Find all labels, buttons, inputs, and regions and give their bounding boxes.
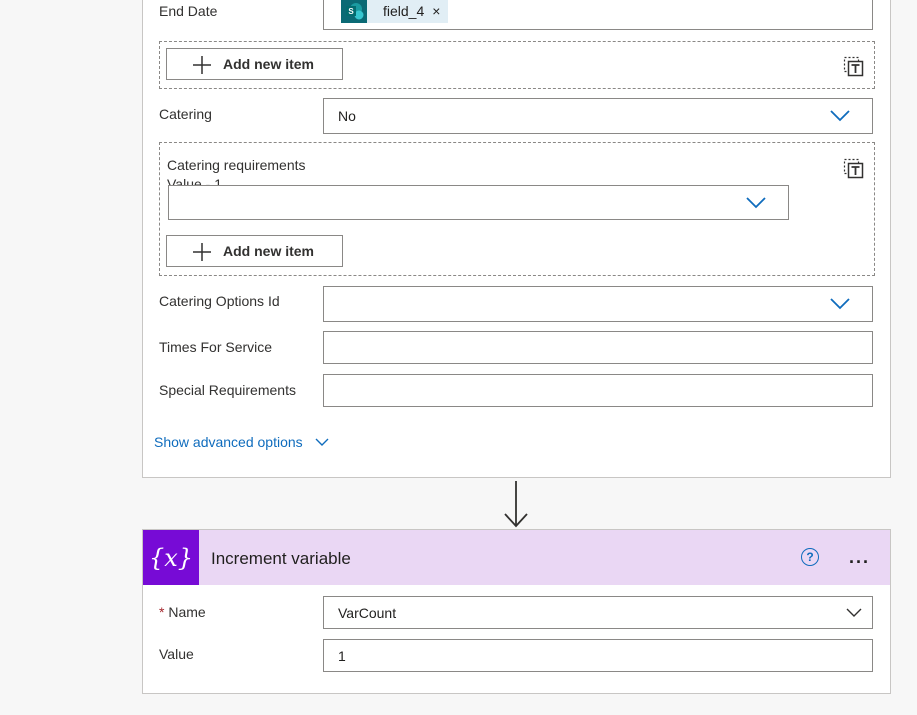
switch-input-mode-icon[interactable] <box>843 158 865 180</box>
special-requirements-label: Special Requirements <box>159 382 296 398</box>
catering-value: No <box>338 108 356 124</box>
increment-variable-card: {x} Increment variable ? ... * Name VarC… <box>142 529 891 694</box>
times-for-service-label: Times For Service <box>159 339 273 355</box>
flow-arrow-icon <box>504 481 528 528</box>
special-requirements-input[interactable] <box>323 374 873 407</box>
show-advanced-options-link[interactable]: Show advanced options <box>154 434 329 450</box>
more-options-icon[interactable]: ... <box>849 547 870 568</box>
variable-name-select[interactable]: VarCount <box>323 596 873 629</box>
chevron-down-icon <box>315 438 329 446</box>
catering-select[interactable]: No <box>323 98 873 134</box>
action-card: End Date S field_4 × Add new item Cateri… <box>142 0 891 478</box>
required-asterisk: * <box>159 604 165 620</box>
catering-options-select[interactable] <box>323 286 873 322</box>
chevron-down-icon <box>846 608 862 617</box>
name-label: * Name <box>159 604 206 620</box>
name-label-text: Name <box>168 604 206 620</box>
end-date-label: End Date <box>159 3 218 19</box>
variable-icon: {x} <box>143 530 199 585</box>
add-new-item-button[interactable]: Add new item <box>166 235 343 267</box>
times-for-service-input[interactable] <box>323 331 873 364</box>
switch-input-mode-icon[interactable] <box>843 56 865 78</box>
catering-requirements-label: Catering requirements <box>167 157 306 173</box>
value-input[interactable]: 1 <box>323 639 873 672</box>
chevron-down-icon <box>746 197 766 209</box>
show-advanced-options-label: Show advanced options <box>154 434 303 450</box>
catering-requirements-select[interactable] <box>168 185 789 220</box>
increment-variable-header[interactable]: {x} Increment variable ? ... <box>143 530 890 585</box>
add-new-item-label: Add new item <box>223 243 315 259</box>
plus-icon <box>193 56 211 74</box>
add-new-item-button[interactable]: Add new item <box>166 48 343 80</box>
catering-options-label: Catering Options Id <box>159 293 280 309</box>
array-group-catering-requirements: Catering requirements Value - 1 Add new … <box>159 142 875 276</box>
chevron-down-icon <box>830 298 850 310</box>
svg-text:S: S <box>348 7 354 16</box>
token-remove-icon[interactable]: × <box>432 3 440 19</box>
sharepoint-icon: S <box>341 0 367 23</box>
field-token[interactable]: S field_4 × <box>341 0 449 23</box>
array-group-end-date: Add new item <box>159 41 875 89</box>
end-date-field[interactable]: S field_4 × <box>323 0 873 30</box>
plus-icon <box>193 243 211 261</box>
help-icon[interactable]: ? <box>801 548 819 566</box>
token-label: field_4 <box>383 3 425 19</box>
increment-variable-title: Increment variable <box>211 549 351 568</box>
add-new-item-label: Add new item <box>223 56 315 72</box>
chevron-down-icon <box>830 110 850 122</box>
variable-name-value: VarCount <box>338 604 397 621</box>
value-value: 1 <box>338 647 346 664</box>
catering-label: Catering <box>159 106 212 122</box>
value-label: Value <box>159 646 194 662</box>
